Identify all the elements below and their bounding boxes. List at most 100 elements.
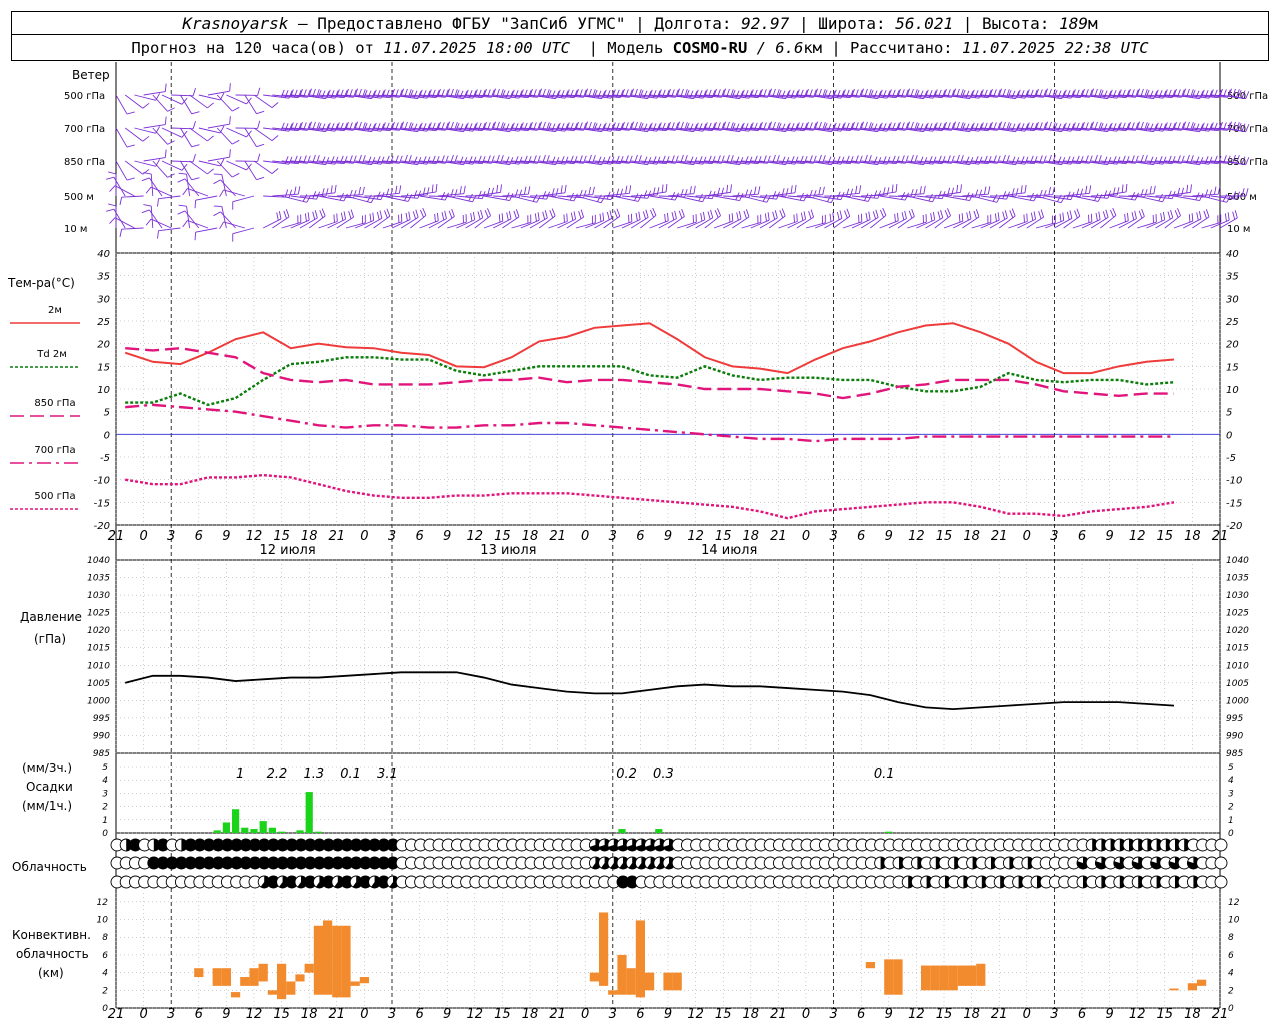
wind-barb-flag [1116, 187, 1120, 196]
wind-barb-flag [419, 209, 425, 218]
wind-barb-flag [1062, 212, 1065, 221]
wind-barb-shaft [184, 178, 200, 197]
precip-bar [655, 829, 663, 833]
wind-barb-shaft [226, 127, 247, 138]
wind-barb [437, 185, 466, 197]
wind-barb-flag [157, 198, 160, 207]
x-tick-label: 15 [494, 1007, 511, 1022]
wind-barb-flag [808, 210, 812, 219]
x-tick-label: 9 [443, 529, 451, 544]
wind-barb-flag [813, 190, 817, 198]
wind-barb-flag [1227, 212, 1230, 221]
wind-barb-flag [779, 210, 784, 218]
wind-barb-shaft [198, 127, 221, 134]
wind-barb-flag [126, 144, 135, 148]
x-tick-label: 0 [360, 529, 368, 544]
wind-barb-flag [386, 208, 391, 217]
wind-barb-flag [549, 210, 554, 218]
wind-barb-flag [707, 190, 712, 199]
wind-barb-flag [362, 186, 365, 195]
wind-barb-flag [451, 208, 455, 217]
wind-barb-flag [284, 189, 289, 198]
wind-barb-flag [904, 210, 907, 219]
conv-ytick-right: 10 [1228, 916, 1240, 926]
wind-barb-flag [810, 209, 815, 218]
wind-barb-flag [256, 176, 265, 181]
wind-barb-flag [319, 210, 324, 218]
pressure-ytick-right: 1020 [1226, 626, 1249, 636]
wind-barb-flag [583, 190, 587, 198]
wind-barb-flag [164, 149, 167, 158]
wind-barb-flag [1174, 209, 1179, 218]
pressure-ytick-right: 1000 [1226, 696, 1249, 706]
temp-ytick-left: 40 [97, 249, 110, 260]
wind-barb-flag [207, 168, 214, 175]
wind-barb-flag [973, 210, 977, 219]
conv-bar [359, 977, 369, 984]
wind-barb-shaft [134, 94, 156, 101]
wind-barb [143, 204, 154, 229]
wind-barb-flag [178, 172, 187, 175]
wind-barb-flag [872, 211, 877, 220]
wind-barb [842, 213, 863, 229]
wind-barb [1201, 214, 1222, 229]
wind-barb [1127, 185, 1156, 197]
wind-barb-flag [794, 184, 797, 193]
wind-barb-flag [145, 186, 152, 194]
wind-barb-flag [1059, 213, 1062, 222]
precip-ytick-left: 3 [102, 789, 108, 799]
wind-barb-flag [1149, 186, 1152, 195]
x-tick-label: 12 [908, 1007, 925, 1022]
wind-barb-flag [412, 211, 417, 220]
wind-barb [686, 211, 706, 229]
x-tick-label: 21 [770, 529, 787, 544]
wind-barb-shaft [189, 160, 208, 175]
wind-barb-flag [886, 187, 890, 196]
wind-barb-flag [487, 208, 491, 216]
wind-barb-flag [1098, 211, 1101, 220]
temp-ytick-left: -15 [94, 498, 110, 509]
wind-barb-flag [1011, 188, 1015, 197]
wind-barb-flag [1205, 209, 1210, 217]
precip-bar [213, 830, 221, 833]
wind-barb-flag [619, 188, 624, 197]
x-tick-label: 6 [415, 1007, 423, 1022]
precip-bar [250, 829, 258, 833]
wind-barb-flag [896, 212, 899, 221]
conv-bar [1169, 988, 1179, 991]
precip-total-label: 0.2 [616, 767, 637, 782]
wind-barb [216, 94, 240, 112]
temp-ytick-right: 15 [1226, 362, 1239, 373]
wind-barb-flag [207, 102, 214, 109]
wind-barb-shaft [143, 157, 166, 162]
wind-barb-flag [735, 192, 740, 201]
wind-barb-shaft [244, 94, 257, 114]
wind-barb-flag [141, 209, 150, 214]
wind-barb-flag [829, 213, 832, 222]
x-tick-label: 15 [936, 1007, 953, 1022]
wind-barb-flag [434, 213, 436, 222]
wind-barb-flag [937, 190, 942, 199]
wind-barb-flag [436, 212, 439, 221]
x-tick-label: 3 [829, 529, 837, 544]
wind-barb-flag [879, 209, 885, 218]
conv-bar [976, 963, 986, 986]
wind-barb-flag [415, 209, 419, 218]
wind-barb-flag [1134, 210, 1137, 219]
wind-barb [548, 213, 568, 229]
pressure-ytick-left: 1040 [87, 556, 110, 566]
wind-barb-flag [505, 192, 510, 201]
wind-barb-shaft [244, 160, 257, 180]
wind-barb [108, 203, 117, 228]
wind-barb [152, 127, 175, 145]
wind-barb [410, 183, 438, 197]
wind-barb [585, 212, 605, 229]
wind-barb-flag [602, 212, 605, 221]
wind-barb-flag [560, 185, 563, 194]
wind-barb-flag [643, 190, 648, 199]
wind-barb [189, 160, 214, 175]
conv-bar [930, 965, 940, 991]
wind-barb-flag [997, 212, 1000, 221]
x-tick-label: 0 [1023, 529, 1031, 544]
x-tick-label: 21 [549, 529, 566, 544]
